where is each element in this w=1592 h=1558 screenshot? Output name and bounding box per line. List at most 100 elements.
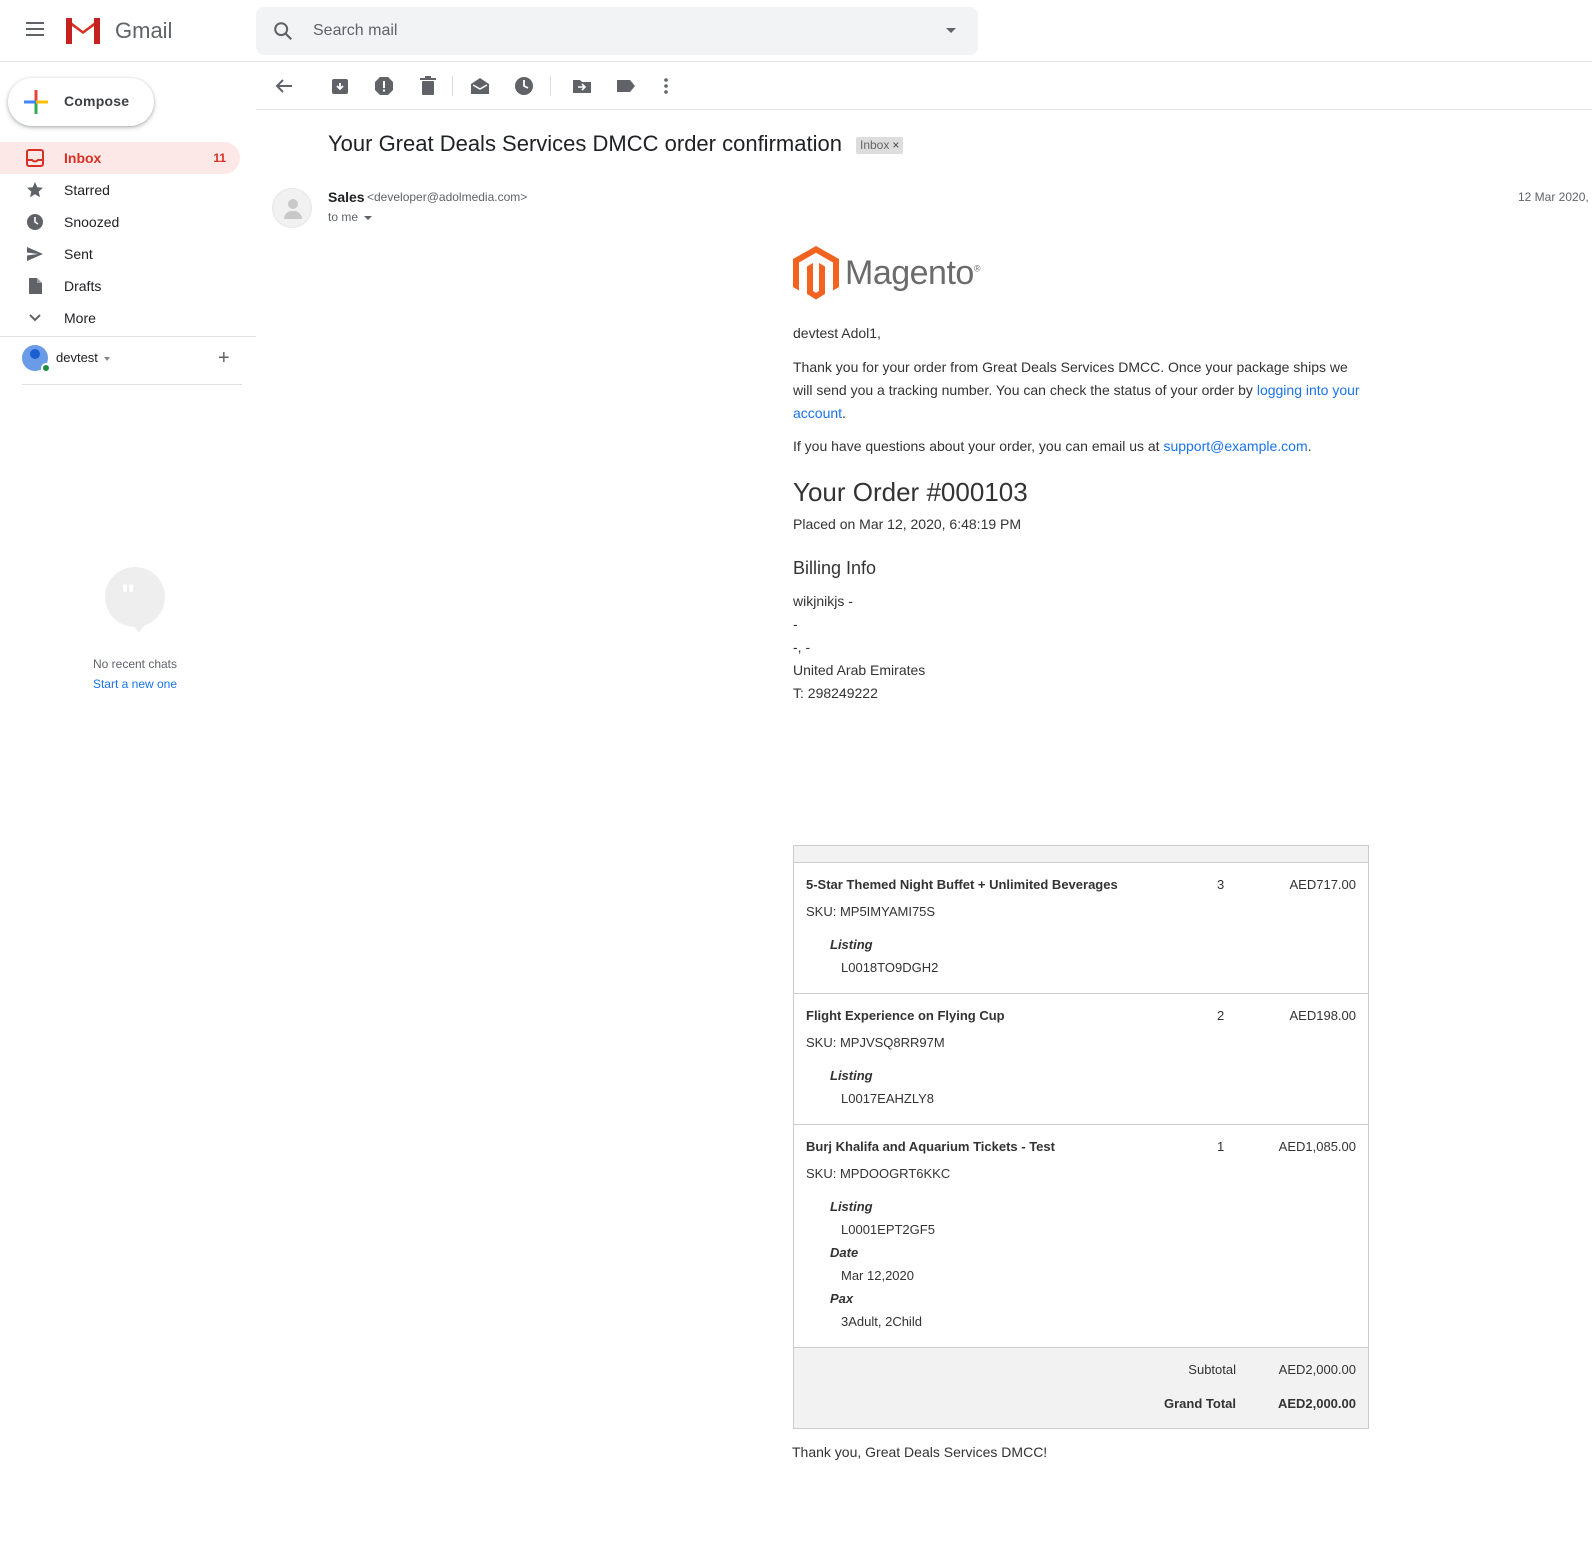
- item-sku: SKU: MPJVSQ8RR97M: [806, 1035, 945, 1050]
- chevron-down-icon: [364, 215, 373, 220]
- email-subject: Your Great Deals Services DMCC order con…: [328, 131, 842, 156]
- item-name: Flight Experience on Flying Cup: [806, 1008, 1005, 1023]
- sidebar-item-label: Starred: [64, 182, 110, 198]
- sidebar-item-snoozed[interactable]: Snoozed: [0, 206, 240, 238]
- search-options-icon[interactable]: [946, 28, 956, 33]
- billing-title: Billing Info: [793, 558, 877, 578]
- grand-total-value: AED2,000.00: [1277, 1396, 1356, 1411]
- more-options-icon[interactable]: [656, 76, 676, 96]
- main-menu-button[interactable]: [22, 18, 48, 44]
- item-name: 5-Star Themed Night Buffet + Unlimited B…: [806, 877, 1118, 892]
- sidebar-item-label: Drafts: [64, 278, 102, 294]
- search-input[interactable]: Search mail: [313, 22, 397, 40]
- inbox-label-chip[interactable]: Inbox ×: [856, 137, 904, 154]
- chat-bubble-icon: ": [105, 567, 165, 633]
- subtotal-value: AED2,000.00: [1278, 1362, 1356, 1377]
- sidebar-item-label: Snoozed: [64, 214, 120, 230]
- order-item-row: Flight Experience on Flying Cup 2 AED198…: [794, 994, 1368, 1125]
- start-chat-link[interactable]: Start a new one: [60, 677, 210, 691]
- thanks-end: .: [842, 405, 846, 421]
- delete-icon[interactable]: [418, 76, 438, 96]
- option-label: Listing: [830, 937, 873, 952]
- email-signoff: Thank you, Great Deals Services DMCC!: [792, 1444, 1048, 1460]
- gmail-logo-icon[interactable]: [64, 14, 102, 46]
- message-toolbar: [256, 62, 1592, 110]
- label-icon[interactable]: [616, 76, 636, 96]
- items-table-header: [794, 846, 1368, 863]
- search-icon[interactable]: [272, 20, 294, 42]
- item-options: Listing L0001EPT2GF5 Date Mar 12,2020 Pa…: [830, 1195, 1356, 1333]
- grand-total-label: Grand Total: [1164, 1396, 1236, 1411]
- item-qty: 1: [1217, 1139, 1225, 1154]
- compose-label: Compose: [64, 93, 130, 109]
- toolbar-divider: [452, 76, 453, 96]
- option-value: 3Adult, 2Child: [841, 1314, 922, 1329]
- remove-label-icon[interactable]: ×: [892, 138, 899, 152]
- billing-line: T: 298249222: [793, 685, 878, 701]
- add-contact-button[interactable]: +: [218, 347, 230, 370]
- app-name: Gmail: [115, 18, 173, 43]
- clock-icon: [27, 214, 43, 230]
- item-price: AED1,085.00: [1278, 1139, 1356, 1154]
- chat-empty-state: " No recent chats Start a new one: [60, 567, 210, 691]
- chevron-down-icon: [29, 314, 41, 322]
- recipient-details-toggle[interactable]: to me: [328, 210, 373, 224]
- order-thanks-paragraph: Thank you for your order from Great Deal…: [793, 356, 1369, 425]
- sidebar-item-inbox[interactable]: Inbox 11: [0, 142, 240, 174]
- unread-count-badge: 11: [213, 151, 226, 165]
- order-items-table: 5-Star Themed Night Buffet + Unlimited B…: [793, 845, 1369, 1429]
- billing-line: United Arab Emirates: [793, 662, 926, 678]
- sidebar-item-sent[interactable]: Sent: [0, 238, 240, 270]
- inbox-icon: [26, 149, 44, 167]
- sidebar-divider: [0, 336, 256, 337]
- mark-unread-icon[interactable]: [470, 76, 490, 96]
- move-to-icon[interactable]: [572, 76, 592, 96]
- toolbar-divider: [550, 76, 551, 96]
- item-qty: 3: [1217, 877, 1225, 892]
- billing-line: -, -: [793, 639, 811, 655]
- questions-text: If you have questions about your order, …: [793, 438, 1164, 454]
- billing-address: wikjnikjs - - -, - United Arab Emirates …: [793, 590, 925, 705]
- option-label: Pax: [830, 1291, 854, 1306]
- user-menu-caret-icon[interactable]: [104, 357, 110, 361]
- item-qty: 2: [1217, 1008, 1225, 1023]
- brand-name: Magento: [845, 254, 974, 292]
- item-price: AED717.00: [1289, 877, 1357, 892]
- snooze-icon[interactable]: [514, 76, 534, 96]
- send-icon: [27, 247, 43, 261]
- sender-avatar: [272, 188, 312, 228]
- archive-icon[interactable]: [330, 76, 350, 96]
- order-placed-date: Placed on Mar 12, 2020, 6:48:19 PM: [793, 516, 1022, 532]
- compose-button[interactable]: Compose: [8, 78, 154, 126]
- option-value: L0001EPT2GF5: [841, 1222, 935, 1237]
- order-totals: Subtotal AED2,000.00 Grand Total AED2,00…: [794, 1348, 1368, 1428]
- support-email-link[interactable]: support@example.com: [1163, 438, 1307, 454]
- hangouts-user[interactable]: devtest +: [22, 345, 242, 377]
- recipient-text: to me: [328, 210, 359, 224]
- sidebar-item-more[interactable]: More: [0, 302, 240, 334]
- option-label: Date: [830, 1245, 859, 1260]
- email-date: 12 Mar 2020,: [1518, 190, 1589, 204]
- billing-line: wikjnikjs -: [793, 593, 853, 609]
- report-spam-icon[interactable]: [374, 76, 394, 96]
- order-title: Your Order #000103: [793, 477, 1028, 507]
- search-bar[interactable]: Search mail: [256, 7, 978, 55]
- questions-paragraph: If you have questions about your order, …: [793, 435, 1369, 458]
- questions-end: .: [1307, 438, 1312, 454]
- subtotal-label: Subtotal: [1188, 1362, 1236, 1377]
- greeting: devtest Adol1,: [793, 325, 881, 341]
- sender-email: <developer@adolmedia.com>: [367, 190, 528, 204]
- sidebar-item-drafts[interactable]: Drafts: [0, 270, 240, 302]
- top-bar: Gmail Search mail: [0, 0, 1592, 62]
- magento-wordmark: Magento®: [845, 254, 980, 292]
- item-price: AED198.00: [1289, 1008, 1357, 1023]
- sender-name[interactable]: Sales: [328, 189, 365, 205]
- sidebar-item-label: More: [64, 310, 96, 326]
- back-arrow-icon[interactable]: [274, 76, 294, 96]
- sidebar-item-starred[interactable]: Starred: [0, 174, 240, 206]
- option-value: L0018TO9DGH2: [841, 960, 939, 975]
- item-sku: SKU: MPDOOGRT6KKC: [806, 1166, 951, 1181]
- no-chats-text: No recent chats: [92, 657, 178, 671]
- order-item-row: Burj Khalifa and Aquarium Tickets - Test…: [794, 1125, 1368, 1348]
- sidebar-item-label: Sent: [64, 246, 93, 262]
